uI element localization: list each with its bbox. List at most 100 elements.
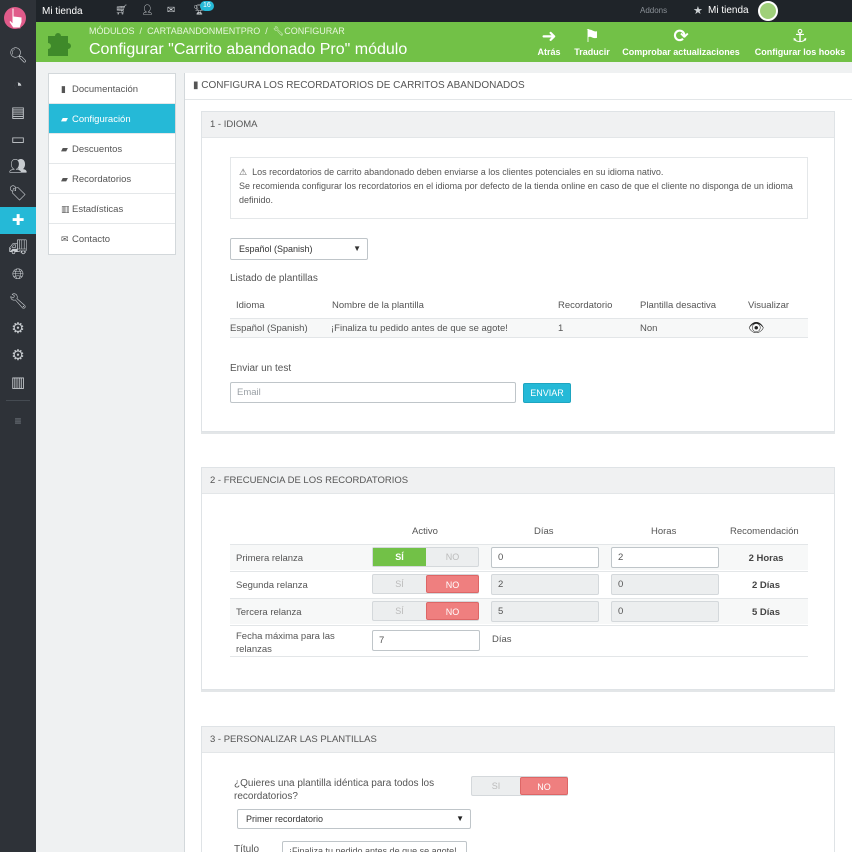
cell-lang: Español (Spanish)	[230, 323, 308, 334]
toggle-no[interactable]: NO	[426, 548, 479, 566]
same-template-toggle[interactable]: SI NO	[471, 776, 568, 796]
toggle-yes[interactable]: SÍ	[373, 575, 426, 593]
main-title: ▮ CONFIGURA LOS RECORDATORIOS DE CARRITO…	[193, 80, 525, 91]
cell-disabled: Non	[640, 323, 658, 334]
nav-descuentos[interactable]: ▰ Descuentos	[49, 134, 175, 164]
envelope-icon[interactable]: ✉	[167, 5, 175, 16]
nav-documentacion[interactable]: ▮ Documentación	[49, 74, 175, 104]
warning-icon: ⚠	[239, 167, 248, 177]
hours-input[interactable]: 0	[611, 601, 719, 622]
prestashop-logo[interactable]	[0, 0, 36, 36]
table-row: Español (Spanish) ¡Finaliza tu pedido an…	[230, 318, 808, 338]
days-input[interactable]: 5	[491, 601, 599, 622]
addons-link[interactable]: Addons	[640, 6, 667, 15]
localization-icon[interactable]: 🌐︎	[0, 261, 36, 288]
toggle-yes[interactable]: SÍ	[373, 602, 426, 620]
email-input[interactable]: Email	[230, 382, 516, 403]
dashboard-icon[interactable]: ◔	[0, 72, 36, 99]
arrow-left-icon: ➜	[541, 26, 557, 46]
reminder-row-2: Segunda relanza SÍ NO 2 0 2 Días	[230, 571, 808, 597]
shipping-icon[interactable]: 🚚︎	[0, 234, 36, 261]
breadcrumb-configure: CONFIGURAR	[284, 26, 345, 36]
row-label: Tercera relanza	[236, 607, 302, 618]
breadcrumb-module[interactable]: CARTABANDONMENTPRO	[147, 26, 260, 36]
toggle-no[interactable]: NO	[426, 575, 479, 593]
row-label: Primera relanza	[236, 553, 304, 564]
question-line-2: recordatorios?	[234, 791, 298, 802]
sidebar-search-icon[interactable]: 🔍︎	[0, 42, 36, 69]
nav-label: Descuentos	[72, 144, 123, 155]
max-date-row: Fecha máxima para las relanzas 7 Días	[230, 625, 808, 657]
eye-icon[interactable]: 👁︎	[748, 320, 765, 336]
customers-icon[interactable]: 👥︎	[0, 153, 36, 180]
col-recordatorio: Recordatorio	[558, 300, 613, 311]
shop-name[interactable]: Mi tienda	[42, 6, 83, 17]
nav-label: Documentación	[72, 84, 139, 95]
menu-icon[interactable]: ≡	[0, 408, 36, 435]
user-icon[interactable]: 👤︎	[141, 5, 154, 16]
panel-heading: 2 - FRECUENCIA DE LOS RECORDATORIOS	[202, 468, 834, 494]
days-input[interactable]: 2	[491, 574, 599, 595]
orders-icon[interactable]: ▭	[0, 126, 36, 153]
cart-icon[interactable]: 🛒︎	[115, 5, 128, 16]
caret-down-icon: ▼	[353, 244, 361, 253]
tools-icon[interactable]: 🔧︎	[0, 288, 36, 315]
tags-icon[interactable]: 🏷︎	[0, 180, 36, 207]
reminder-row-3: Tercera relanza SÍ NO 5 0 5 Días	[230, 598, 808, 624]
nav-configuracion[interactable]: ▰ Configuración	[49, 104, 175, 134]
alert-line-1: Los recordatorios de carrito abandonado …	[252, 167, 664, 177]
col-nombre: Nombre de la plantilla	[332, 300, 424, 311]
nav-recordatorios[interactable]: ▰ Recordatorios	[49, 164, 175, 194]
back-label: Atrás	[537, 47, 561, 57]
title-input[interactable]: ¡Finaliza tu pedido antes de que se agot…	[282, 841, 467, 852]
main-title-text: CONFIGURA LOS RECORDATORIOS DE CARRITOS …	[201, 80, 525, 91]
caret-down-icon: ▼	[456, 814, 464, 823]
nav-contacto[interactable]: ✉ Contacto	[49, 224, 175, 254]
shop-link[interactable]: Mi tienda	[708, 5, 749, 16]
briefcase-icon: ▰	[61, 174, 68, 184]
recommendation: 5 Días	[752, 607, 780, 618]
active-toggle[interactable]: SÍ NO	[372, 574, 479, 594]
advanced-icon[interactable]: ⚙	[0, 315, 36, 342]
hours-input[interactable]: 0	[611, 574, 719, 595]
active-toggle[interactable]: SÍ NO	[372, 601, 479, 621]
nav-label: Contacto	[72, 234, 111, 245]
active-toggle[interactable]: SÍ NO	[372, 547, 479, 567]
avatar[interactable]	[758, 1, 778, 21]
toggle-no[interactable]: NO	[426, 602, 479, 620]
star-icon: ★	[693, 5, 703, 17]
back-button[interactable]: ➜ Atrás	[536, 25, 562, 57]
module-nav: ▮ Documentación ▰ Configuración ▰ Descuento…	[48, 73, 176, 255]
toggle-yes[interactable]: SI	[472, 777, 520, 795]
max-days-input[interactable]: 7	[372, 630, 480, 651]
nav-estadisticas[interactable]: ▥ Estadísticas	[49, 194, 175, 224]
configure-hooks-button[interactable]: ⚓ Configurar los hooks	[752, 25, 848, 57]
catalog-icon[interactable]: ▤	[0, 99, 36, 126]
templates-title: Listado de plantillas	[230, 273, 318, 284]
cell-name: ¡Finaliza tu pedido antes de que se agot…	[331, 323, 508, 334]
check-updates-button[interactable]: ⟳ Comprobar actualizaciones	[620, 25, 742, 57]
col-visualizar: Visualizar	[748, 300, 790, 311]
settings-icon[interactable]: ⚙	[0, 342, 36, 369]
divider	[185, 99, 852, 100]
col-desactiva: Plantilla desactiva	[640, 300, 717, 311]
send-test-button[interactable]: ENVIAR	[523, 383, 571, 403]
hours-input[interactable]: 2	[611, 547, 719, 568]
breadcrumb-separator: /	[265, 26, 268, 36]
breadcrumb: MÓDULOS / CARTABANDONMENTPRO / 🔧︎CONFIGU…	[89, 26, 345, 37]
breadcrumb-modules[interactable]: MÓDULOS	[89, 26, 135, 36]
days-input[interactable]: 0	[491, 547, 599, 568]
panel-heading: 1 - IDIOMA	[202, 112, 834, 138]
stats-icon[interactable]: ▥	[0, 369, 36, 396]
row-label: Segunda relanza	[236, 580, 308, 591]
language-value: Español (Spanish)	[239, 244, 313, 254]
translate-button[interactable]: ⚑ Traducir	[571, 25, 613, 57]
reminder-select[interactable]: Primer recordatorio ▼	[237, 809, 471, 829]
hand-pointer-icon	[4, 7, 26, 29]
modules-icon[interactable]: ✚	[0, 207, 36, 234]
toggle-no[interactable]: NO	[520, 777, 568, 795]
language-select[interactable]: Español (Spanish) ▼	[230, 238, 368, 260]
toggle-yes[interactable]: SÍ	[373, 548, 426, 566]
panel-heading: 3 - PERSONALIZAR LAS PLANTILLAS	[202, 727, 834, 753]
refresh-icon: ⟳	[673, 26, 689, 46]
